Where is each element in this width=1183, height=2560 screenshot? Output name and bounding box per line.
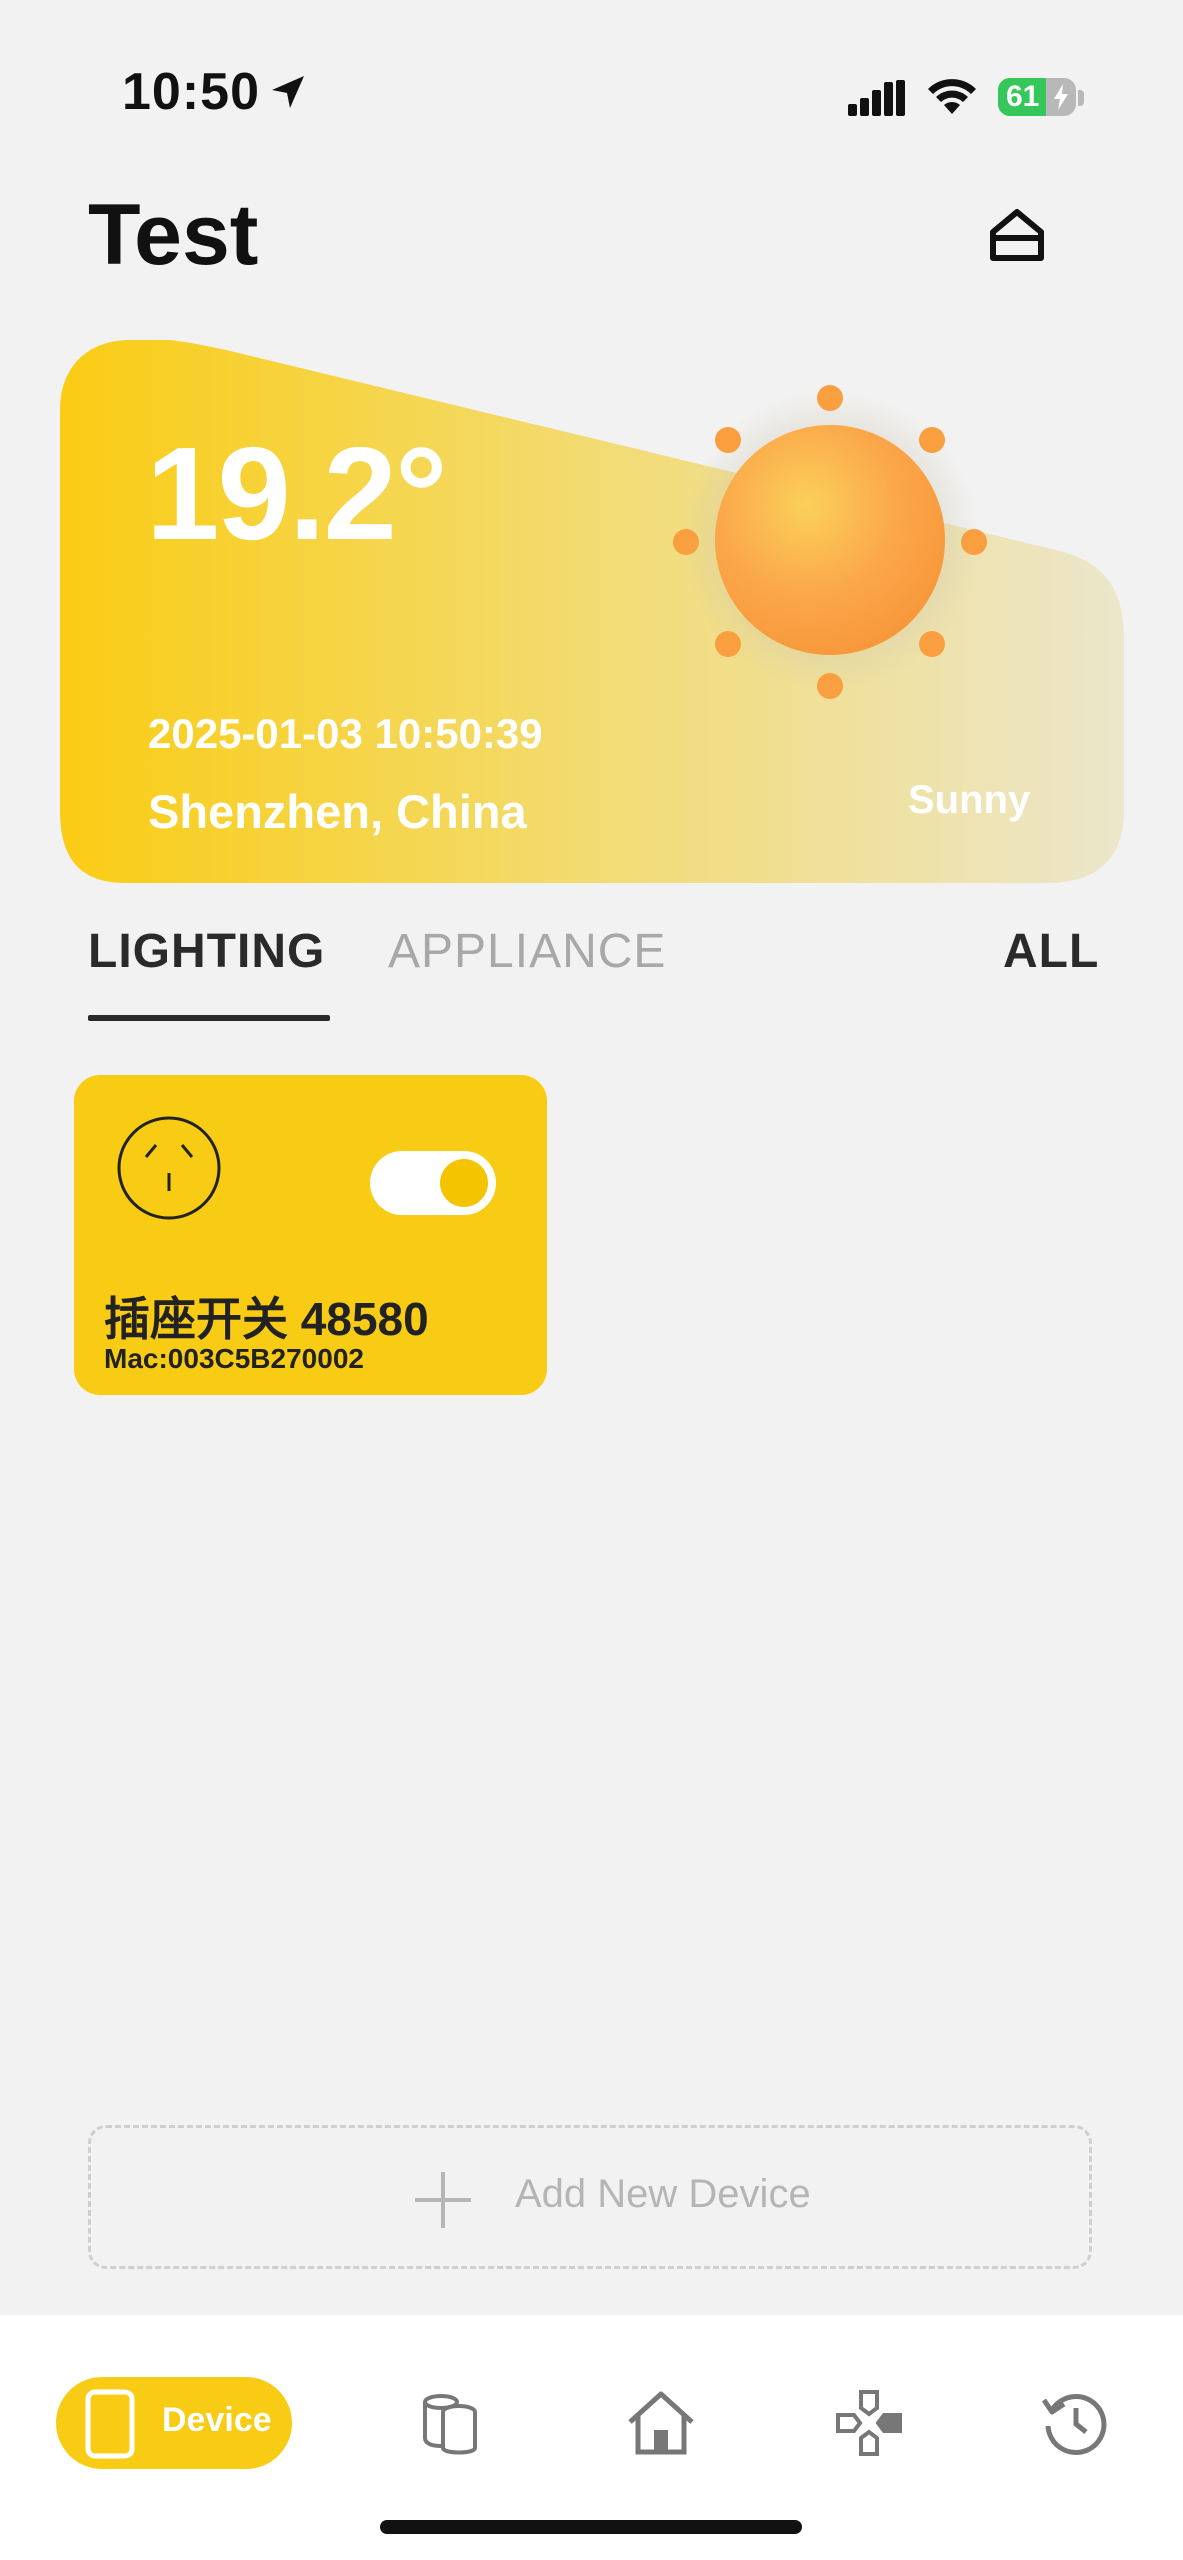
house-icon[interactable] — [626, 2388, 696, 2458]
device-card[interactable]: 插座开关 48580 Mac:003C5B270002 — [74, 1075, 547, 1395]
cylinders-icon[interactable] — [415, 2388, 485, 2458]
weather-condition: Sunny — [908, 778, 1031, 822]
tab-lighting[interactable]: LIGHTING — [88, 924, 325, 979]
battery-level: 61 — [1006, 80, 1040, 113]
nav-device-label: Device — [162, 2401, 272, 2439]
home-outline-icon[interactable] — [985, 204, 1049, 268]
device-name: 插座开关 48580 — [104, 1293, 429, 1345]
battery-indicator: 61 — [998, 78, 1076, 116]
temperature: 19.2° — [146, 420, 448, 567]
home-indicator — [380, 2520, 802, 2534]
battery-cap — [1078, 90, 1084, 106]
nav-device[interactable]: Device — [56, 2377, 292, 2469]
wifi-icon — [928, 79, 976, 114]
tab-appliance[interactable]: APPLIANCE — [388, 924, 666, 979]
power-socket-icon — [117, 1116, 221, 1220]
weather-datetime: 2025-01-03 10:50:39 — [148, 710, 543, 757]
charging-bolt-icon — [1054, 84, 1068, 110]
page-title: Test — [88, 187, 259, 283]
tab-all[interactable]: ALL — [1003, 924, 1099, 979]
weather-location: Shenzhen, China — [148, 785, 527, 838]
history-icon[interactable] — [1040, 2388, 1110, 2458]
cellular-signal-icon — [848, 80, 905, 116]
gamepad-icon[interactable] — [834, 2388, 904, 2458]
sun-icon — [673, 385, 987, 699]
plus-icon — [415, 2172, 471, 2228]
status-time: 10:50 — [122, 63, 260, 121]
location-arrow-icon — [272, 76, 304, 108]
phone-device-icon — [85, 2389, 135, 2459]
add-new-device-label: Add New Device — [515, 2172, 811, 2216]
add-new-device-button[interactable]: Add New Device — [88, 2125, 1092, 2269]
active-tab-indicator — [88, 1015, 330, 1021]
device-power-toggle[interactable] — [370, 1151, 496, 1215]
device-mac: Mac:003C5B270002 — [104, 1343, 364, 1374]
toggle-knob — [440, 1159, 488, 1207]
